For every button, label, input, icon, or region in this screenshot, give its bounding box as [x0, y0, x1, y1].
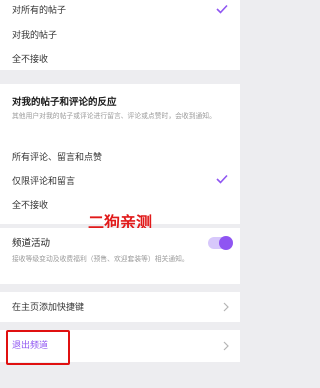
- channel-activity-toggle[interactable]: [208, 236, 233, 250]
- option-my-posts[interactable]: 对我的帖子: [12, 30, 57, 42]
- reactions-section: 对我的帖子和评论的反应 其他用户对我的帖子或评论进行留言、评论或点赞时，会收到通…: [0, 84, 240, 224]
- reactions-title: 对我的帖子和评论的反应: [12, 97, 117, 108]
- channel-activity-section: 频道活动 接收等级变动及收费福利（预售、欢迎套装等）相关通知。: [0, 228, 240, 284]
- shortcut-row[interactable]: 在主页添加快捷键: [0, 292, 240, 322]
- chevron-right-icon: [223, 341, 229, 351]
- reactions-description: 其他用户对我的帖子或评论进行留言、评论或点赞时，会收到通知。: [12, 112, 216, 120]
- option-all-posts[interactable]: 对所有的帖子: [12, 5, 66, 17]
- highlight-box: [6, 330, 70, 365]
- channel-activity-description: 接收等级变动及收费福利（预售、欢迎套装等）相关通知。: [12, 255, 189, 263]
- option-comments-only[interactable]: 仅限评论和留言: [12, 176, 75, 188]
- chevron-right-icon: [223, 302, 229, 312]
- check-icon: [216, 4, 228, 14]
- check-icon: [216, 174, 228, 184]
- option-all-reactions[interactable]: 所有评论、留言和点赞: [12, 152, 102, 164]
- option-none[interactable]: 全不接收: [12, 54, 48, 66]
- shortcut-label: 在主页添加快捷键: [12, 303, 85, 313]
- toggle-knob: [219, 236, 233, 250]
- channel-activity-title: 频道活动: [12, 238, 51, 249]
- option-reactions-none[interactable]: 全不接收: [12, 200, 48, 212]
- post-notify-section: 对所有的帖子 对我的帖子 全不接收: [0, 0, 240, 70]
